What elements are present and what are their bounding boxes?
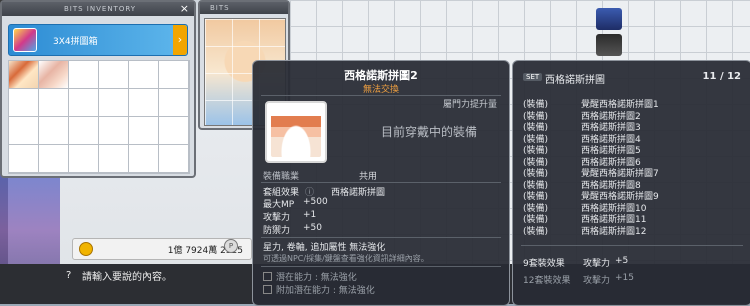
inventory-slot[interactable] [129, 61, 158, 88]
inventory-slot[interactable] [9, 117, 38, 144]
list-item: (裝備) 西格諾斯拼圖6 [523, 155, 743, 168]
list-item: (裝備) 西格諾斯拼圖3 [523, 120, 743, 133]
chevron-right-icon[interactable]: › [173, 25, 187, 55]
divider [261, 237, 501, 238]
potential-row: 潛在能力 : 無法強化 [263, 270, 357, 283]
enhance-flags: 星力, 卷軸, 追加屬性 無法強化 [263, 243, 386, 253]
selected-item-slot[interactable]: 3X4拼圖箱 › [8, 24, 188, 56]
stat-value: +50 [303, 223, 322, 233]
list-item: (裝備) 西格諾斯拼圖4 [523, 132, 743, 145]
inventory-slot[interactable] [69, 145, 98, 172]
divider [261, 266, 501, 267]
inventory-titlebar[interactable]: BITS INVENTORY × [2, 2, 194, 16]
close-icon[interactable]: × [180, 3, 190, 15]
set-value: 西格諾斯拼圖 [331, 188, 386, 198]
set-bonus-value: +5 [615, 256, 629, 266]
set-effect-panel: SET 西格諾斯拼圖 11 / 12 (裝備) 覺醒西格諾斯拼圖1 (裝備) 西格諾… [512, 60, 750, 306]
inventory-slot[interactable] [129, 145, 158, 172]
bits-titlebar: BITS [200, 2, 288, 14]
inventory-slot[interactable] [9, 89, 38, 116]
list-item: (裝備) 西格諾斯拼圖12 [523, 224, 743, 237]
inventory-slot[interactable] [159, 61, 188, 88]
enhance-note: 可透過NPC/採集/鍵盤查看強化資訊詳細內容。 [263, 254, 429, 263]
inventory-title: BITS INVENTORY [64, 5, 137, 13]
set-name: 西格諾斯拼圖 [545, 75, 605, 86]
inventory-slot[interactable] [99, 145, 128, 172]
equipped-text: 目前穿戴中的裝備 [381, 125, 478, 139]
divider [521, 245, 743, 246]
bonus-potential-row: 附加潛在能力 : 無法強化 [263, 283, 375, 296]
item-icon [265, 101, 327, 163]
stat-value: +1 [303, 210, 317, 220]
coin-icon [79, 242, 93, 256]
set-bonus-label: 12套裝效果 [523, 276, 571, 286]
set-item-list: (裝備) 覺醒西格諾斯拼圖1 (裝備) 西格諾斯拼圖2 (裝備) 西格諾斯拼圖3 (裝… [523, 97, 743, 237]
attribute-upgrade-label: 屬門力提升量 [442, 100, 497, 110]
side-npc-icon-2[interactable] [596, 34, 622, 56]
side-npc-icon-1[interactable] [596, 8, 622, 30]
list-item: (裝備) 西格諾斯拼圖10 [523, 201, 743, 214]
inventory-slot-puzzle-2[interactable] [39, 61, 68, 88]
help-icon[interactable]: ? [66, 270, 71, 281]
req-job-label: 裝備職業 [263, 172, 300, 182]
scene-decoration [0, 170, 60, 270]
set-count: 11 / 12 [702, 71, 741, 82]
item-tooltip: 西格諾斯拼圖2 無法交換 屬門力提升量 目前穿戴中的裝備 裝備職業 共用 套組效… [252, 60, 510, 306]
inventory-slot[interactable] [69, 89, 98, 116]
set-bonus-value: +15 [615, 273, 634, 283]
set-bonus-stat: 攻擊力 [583, 259, 611, 269]
list-item: (裝備) 西格諾斯拼圖2 [523, 109, 743, 122]
inventory-slot[interactable] [9, 145, 38, 172]
list-item: (裝備) 西格諾斯拼圖5 [523, 143, 743, 156]
inventory-slot[interactable] [39, 117, 68, 144]
points-icon[interactable]: P [224, 239, 238, 253]
trade-status: 無法交換 [362, 85, 399, 95]
inventory-slot[interactable] [99, 89, 128, 116]
inventory-slot[interactable] [129, 117, 158, 144]
inventory-slot[interactable] [159, 89, 188, 116]
inventory-slot[interactable] [69, 61, 98, 88]
bits-inventory-window: BITS INVENTORY × 3X4拼圖箱 › [0, 0, 196, 178]
bonus-potential-icon [263, 285, 272, 294]
item-name: 西格諾斯拼圖12 [581, 226, 647, 237]
inventory-slot[interactable] [129, 89, 158, 116]
divider [261, 95, 501, 96]
item-kind: (裝備) [523, 226, 549, 237]
inventory-slot[interactable] [99, 61, 128, 88]
list-item: (裝備) 西格諾斯拼圖11 [523, 212, 743, 225]
set-badge: SET [523, 73, 543, 81]
set-bonus-label: 9套裝效果 [523, 259, 565, 269]
list-item: (裝備) 覺醒西格諾斯拼圖9 [523, 189, 743, 202]
list-item: (裝備) 覺醒西格諾斯拼圖1 [523, 97, 743, 110]
stat-label: 攻擊力 [263, 213, 291, 223]
puzzle-art [271, 107, 321, 157]
inventory-slot[interactable] [69, 117, 98, 144]
stat-value: +500 [303, 197, 328, 207]
potential-icon [263, 272, 272, 281]
inventory-slot[interactable] [99, 117, 128, 144]
inventory-slot[interactable] [39, 145, 68, 172]
list-item: (裝備) 西格諾斯拼圖8 [523, 178, 743, 191]
set-bonus-stat: 攻擊力 [583, 276, 611, 286]
potential-text: 潛在能力 : 無法強化 [276, 273, 357, 283]
inventory-slot[interactable] [159, 145, 188, 172]
bonus-potential-text: 附加潛在能力 : 無法強化 [276, 286, 375, 296]
inventory-slot-puzzle-1[interactable] [9, 61, 38, 88]
selected-item-label: 3X4拼圖箱 [53, 37, 98, 47]
list-item: (裝備) 覺醒西格諾斯拼圖7 [523, 166, 743, 179]
item-name: 西格諾斯拼圖2 [344, 69, 418, 82]
inventory-slot[interactable] [39, 89, 68, 116]
puzzle-box-icon [13, 28, 37, 52]
stat-label: 防禦力 [263, 226, 291, 236]
inventory-grid [8, 60, 190, 174]
inventory-slot[interactable] [159, 117, 188, 144]
req-job-value: 共用 [359, 172, 378, 182]
stat-label: 最大MP [263, 200, 295, 210]
divider [261, 182, 501, 183]
